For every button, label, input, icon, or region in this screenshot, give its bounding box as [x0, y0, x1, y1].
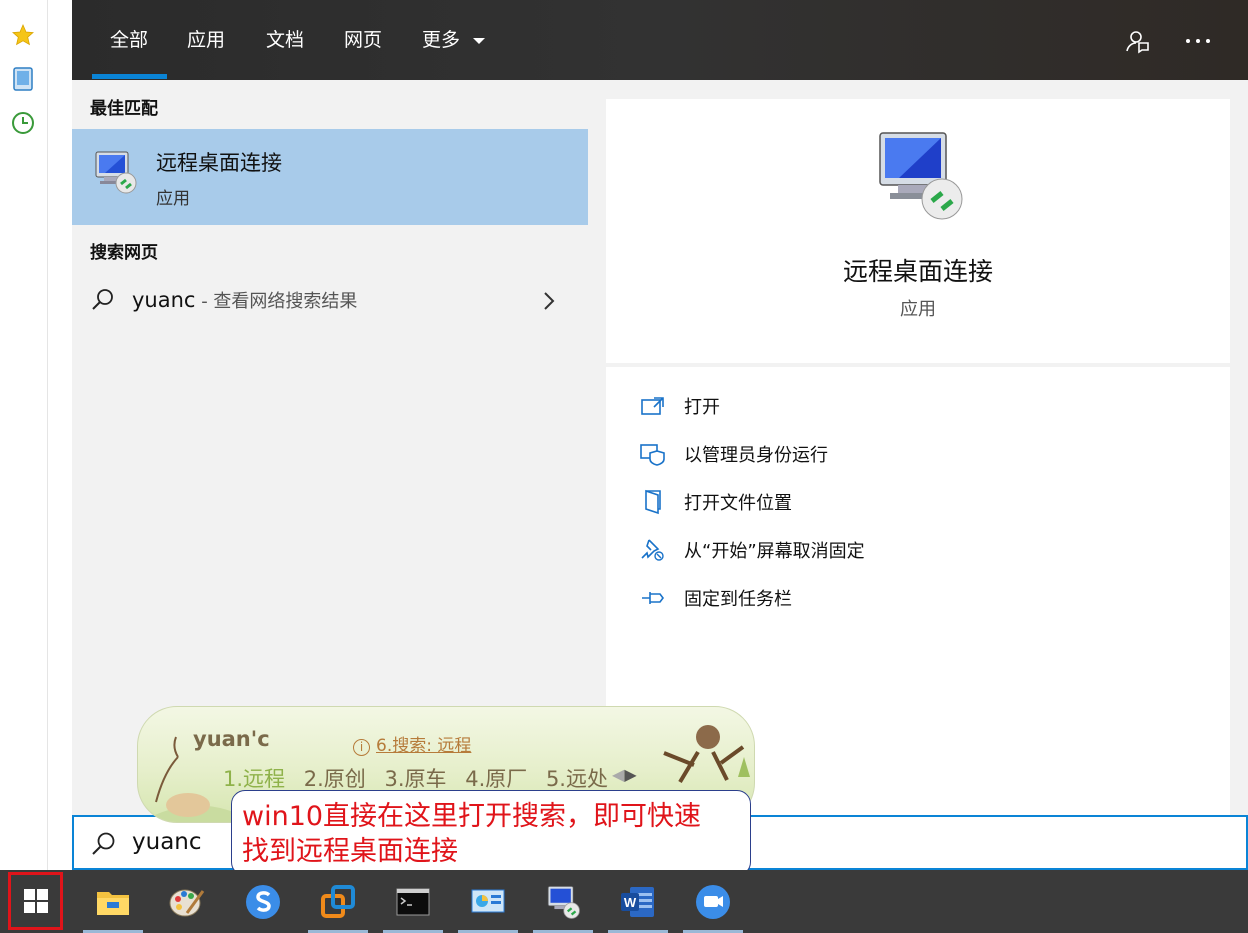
feedback-icon[interactable] — [1124, 28, 1150, 54]
remote-desktop-icon — [547, 885, 580, 919]
file-explorer-icon — [97, 891, 129, 915]
shield-icon — [640, 441, 666, 467]
action-unpin-from-start[interactable]: 从“开始”屏幕取消固定 — [640, 535, 1040, 565]
ime-search-hint[interactable]: i 6.搜索: 远程 — [353, 731, 471, 756]
control-panel-icon — [471, 889, 505, 912]
taskbar-word[interactable]: W — [608, 870, 668, 933]
app-preview: 远程桌面连接 应用 — [606, 99, 1230, 363]
ime-candidate[interactable]: 3.原车 — [384, 767, 446, 791]
chevron-right-icon — [544, 292, 555, 310]
action-run-as-admin[interactable]: 以管理员身份运行 — [640, 439, 1040, 469]
taskbar-cmd[interactable] — [383, 870, 443, 933]
web-search-suffix: - 查看网络搜索结果 — [195, 291, 358, 312]
best-match-result[interactable]: 远程桌面连接 应用 — [72, 129, 588, 225]
action-label: 固定到任务栏 — [684, 589, 792, 610]
word-icon: W — [621, 886, 654, 917]
taskbar-vmware[interactable] — [308, 870, 368, 933]
ime-next-page-icon[interactable]: ▶ — [624, 765, 636, 784]
ime-candidate[interactable]: 1.远程 — [223, 767, 285, 791]
web-search-query: yuanc — [132, 288, 196, 312]
best-match-heading: 最佳匹配 — [90, 99, 158, 119]
tab-all[interactable]: 全部 — [110, 0, 148, 80]
search-icon — [92, 289, 113, 310]
taskbar-control-panel[interactable] — [458, 870, 518, 933]
paint-icon — [169, 889, 205, 916]
action-label: 打开文件位置 — [684, 493, 792, 514]
sogou-input-icon — [246, 884, 280, 919]
web-search-heading: 搜索网页 — [90, 243, 158, 263]
action-open-file-location[interactable]: 打开文件位置 — [640, 487, 1040, 517]
tab-more[interactable]: 更多 — [422, 0, 486, 80]
taskbar-remote-desktop[interactable] — [533, 870, 593, 933]
tab-documents[interactable]: 文档 — [266, 0, 304, 80]
reading-list-icon[interactable] — [10, 66, 36, 92]
ime-prev-page-icon[interactable]: ◀ — [612, 765, 624, 784]
ime-candidate-list: 1.远程 2.原创 3.原车 4.原厂 5.远处 — [223, 763, 620, 793]
callout-line-1: win10直接在这里打开搜索，即可快速 — [242, 801, 702, 832]
pin-icon — [640, 585, 666, 611]
tab-apps[interactable]: 应用 — [187, 0, 225, 80]
meeting-icon — [696, 884, 730, 919]
tab-web[interactable]: 网页 — [344, 0, 382, 80]
info-icon: i — [353, 739, 370, 756]
open-icon — [640, 393, 666, 419]
cmd-icon — [396, 888, 430, 915]
action-open[interactable]: 打开 — [640, 391, 1040, 421]
best-match-type: 应用 — [156, 189, 190, 209]
action-label: 打开 — [684, 397, 720, 418]
active-tab-indicator — [92, 74, 167, 79]
screen: 全部 应用 文档 网页 更多 最佳匹配 远程桌面连接 应用 搜索网页 yuanc… — [0, 0, 1248, 933]
windows-logo-icon — [23, 889, 48, 913]
star-icon[interactable] — [10, 22, 36, 48]
action-label: 以管理员身份运行 — [684, 445, 828, 466]
search-icon — [92, 832, 115, 855]
web-search-result[interactable]: yuanc - 查看网络搜索结果 — [72, 275, 588, 325]
callout-line-2: 找到远程桌面连接 — [242, 836, 458, 867]
ime-candidate[interactable]: 2.原创 — [304, 767, 366, 791]
tab-more-label: 更多 — [422, 29, 461, 51]
search-input-value: yuanc — [132, 829, 202, 855]
history-icon[interactable] — [10, 110, 36, 136]
annotation-callout: win10直接在这里打开搜索，即可快速 找到远程桌面连接 — [231, 790, 751, 876]
ime-page-arrows[interactable]: ◀▶ — [612, 765, 637, 784]
action-pin-to-taskbar[interactable]: 固定到任务栏 — [640, 583, 1040, 613]
svg-text:W: W — [624, 895, 637, 910]
action-label: 从“开始”屏幕取消固定 — [684, 541, 865, 562]
vmware-icon — [321, 884, 355, 918]
results-pane: 最佳匹配 远程桌面连接 应用 搜索网页 yuanc - 查看网络搜索结果 — [72, 80, 588, 815]
remote-desktop-large-icon — [874, 129, 968, 223]
left-sidebar — [0, 0, 48, 870]
ime-candidate[interactable]: 4.原厂 — [465, 767, 527, 791]
taskbar-paint[interactable] — [157, 870, 217, 933]
start-button[interactable] — [8, 872, 63, 930]
folder-location-icon — [640, 489, 666, 515]
ime-search-hint-text: 6.搜索: 远程 — [376, 736, 472, 756]
preview-app-name: 远程桌面连接 — [842, 257, 993, 286]
search-tabs-bar: 全部 应用 文档 网页 更多 — [72, 0, 1248, 80]
chevron-down-icon — [473, 37, 486, 44]
taskbar-meeting[interactable] — [683, 870, 743, 933]
taskbar-file-explorer[interactable] — [83, 870, 143, 933]
remote-desktop-icon — [92, 149, 138, 195]
taskbar-sogou[interactable] — [233, 870, 293, 933]
ime-composition: yuan'c — [193, 727, 270, 751]
preview-app-type: 应用 — [900, 299, 936, 320]
unpin-icon — [640, 537, 666, 563]
taskbar: W — [0, 870, 1248, 933]
more-options-icon[interactable] — [1184, 28, 1210, 54]
ime-candidate[interactable]: 5.远处 — [546, 767, 608, 791]
best-match-name: 远程桌面连接 — [156, 151, 282, 175]
